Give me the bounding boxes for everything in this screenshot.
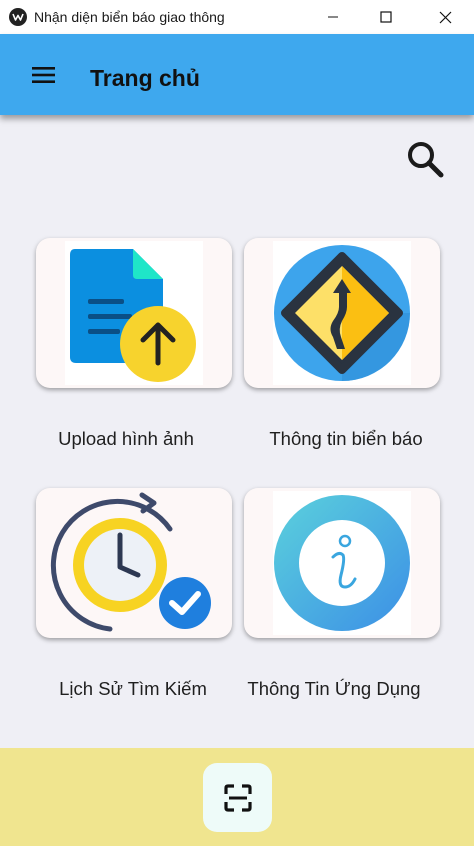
window-titlebar: Nhận diện biển báo giao thông <box>0 0 474 34</box>
search-button[interactable] <box>402 137 448 183</box>
upload-image-label: Upload hình ảnh <box>58 428 194 449</box>
sign-info-card[interactable] <box>244 238 440 388</box>
minimize-icon <box>328 16 338 18</box>
app-info-illustration <box>273 491 411 635</box>
search-icon <box>408 142 444 178</box>
maximize-button[interactable] <box>363 0 409 34</box>
app-logo-icon <box>9 8 27 26</box>
upload-image-illustration <box>65 241 203 385</box>
sign-info-label: Thông tin biển báo <box>269 428 423 449</box>
search-history-label: Lịch Sử Tìm Kiếm <box>59 678 207 699</box>
history-clock-icon <box>50 492 211 632</box>
menu-button[interactable] <box>28 60 60 90</box>
scan-button[interactable] <box>203 763 272 832</box>
info-icon <box>274 495 410 631</box>
page-title: Trang chủ <box>90 65 200 91</box>
close-button[interactable] <box>422 0 468 34</box>
document-upload-icon <box>70 249 196 382</box>
app-bar: Trang chủ <box>0 34 474 115</box>
winding-road-sign-icon <box>274 245 410 381</box>
app-info-label: Thông Tin Ứng Dụng <box>247 678 421 699</box>
scan-icon <box>223 783 252 812</box>
close-icon <box>439 11 451 23</box>
minimize-button[interactable] <box>310 0 356 34</box>
maximize-icon <box>380 11 392 23</box>
upload-image-card[interactable] <box>36 238 232 388</box>
search-history-card[interactable] <box>36 488 232 638</box>
app-info-card[interactable] <box>244 488 440 638</box>
search-history-illustration <box>42 491 222 635</box>
hamburger-menu-icon <box>32 67 55 83</box>
sign-info-illustration <box>273 241 411 385</box>
window-title: Nhận diện biển báo giao thông <box>34 9 225 25</box>
